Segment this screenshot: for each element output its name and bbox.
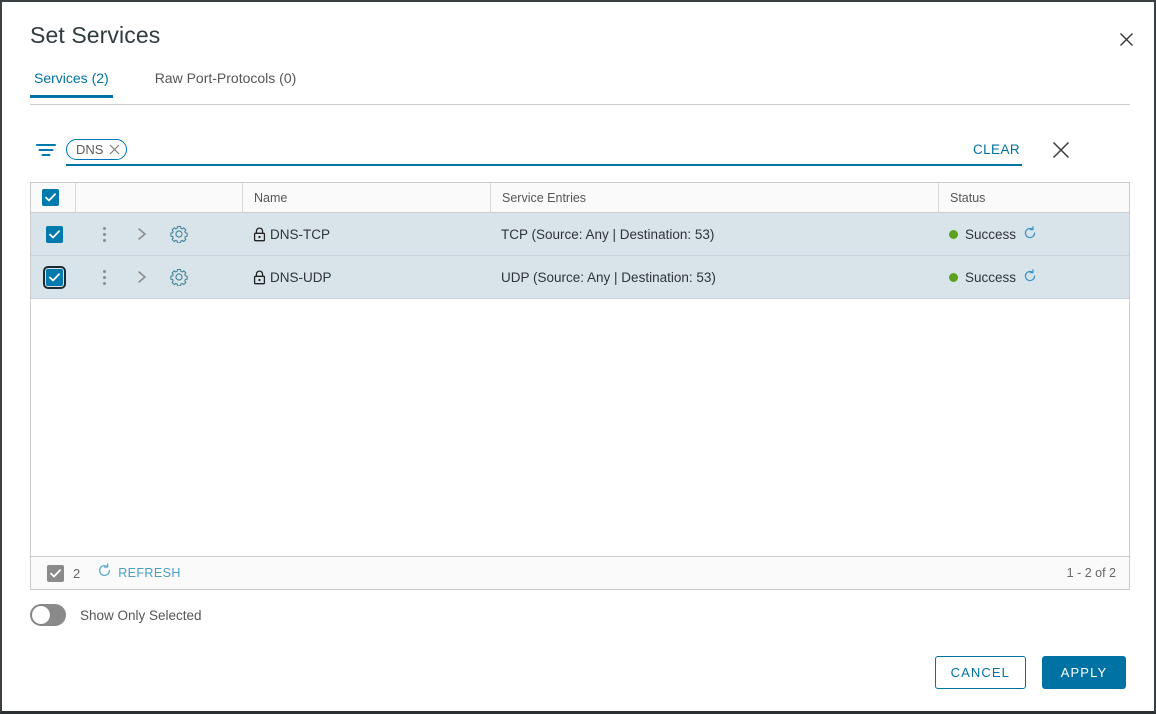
- column-header-name[interactable]: Name: [242, 182, 490, 213]
- row-status-cell: Success: [938, 256, 1129, 299]
- service-name: DNS-UDP: [270, 269, 332, 285]
- row-service-entries: UDP (Source: Any | Destination: 53): [501, 269, 716, 285]
- table-row[interactable]: DNS-UDP UDP (Source: Any | Destination: …: [31, 256, 1129, 299]
- filter-bar: DNS CLEAR: [30, 134, 1102, 168]
- show-only-selected-label: Show Only Selected: [80, 607, 202, 623]
- filter-chip-dns[interactable]: DNS: [66, 139, 128, 160]
- row-service-entries: TCP (Source: Any | Destination: 53): [501, 226, 715, 242]
- close-icon[interactable]: [1114, 27, 1138, 51]
- gear-icon[interactable]: [160, 220, 197, 248]
- pagination-info: 1 - 2 of 2: [1066, 566, 1116, 580]
- datagrid-body: DNS-TCP TCP (Source: Any | Destination: …: [31, 213, 1129, 556]
- show-only-selected-toggle[interactable]: [30, 604, 66, 626]
- row-status-cell: Success: [938, 213, 1129, 256]
- apply-button[interactable]: APPLY: [1042, 656, 1126, 689]
- close-icon[interactable]: [109, 144, 120, 155]
- cancel-button[interactable]: CANCEL: [934, 656, 1026, 689]
- status-dot: [949, 229, 958, 239]
- tab-services[interactable]: Services (2): [30, 70, 113, 98]
- row-name-cell: DNS-TCP: [242, 213, 490, 256]
- row-actions-cell: [75, 256, 242, 299]
- column-header-status[interactable]: Status: [938, 182, 1129, 213]
- close-filter-icon[interactable]: [1048, 137, 1074, 163]
- column-header-actions: [75, 182, 242, 213]
- row-name-cell: DNS-UDP: [242, 256, 490, 299]
- service-name: DNS-TCP: [270, 226, 330, 242]
- selected-count: 2: [73, 565, 81, 581]
- footer-select-all-checkbox[interactable]: [47, 564, 64, 582]
- table-row[interactable]: DNS-TCP TCP (Source: Any | Destination: …: [31, 213, 1129, 256]
- tab-raw-port-protocols[interactable]: Raw Port-Protocols (0): [151, 70, 301, 97]
- row-checkbox[interactable]: [43, 265, 66, 289]
- page-title: Set Services: [30, 22, 161, 48]
- select-all-cell: [31, 183, 75, 213]
- status-badge: Success: [965, 226, 1017, 242]
- row-select-cell: [31, 213, 75, 256]
- status-dot: [949, 272, 958, 282]
- chevron-right-icon[interactable]: [123, 263, 160, 291]
- filter-icon[interactable]: [36, 142, 56, 158]
- column-header-service-entries[interactable]: Service Entries: [490, 182, 938, 213]
- services-datagrid: Name Service Entries Status DNS-TCP TCP …: [30, 182, 1130, 590]
- chevron-right-icon[interactable]: [123, 220, 160, 248]
- dialog-footer-buttons: CANCEL APPLY: [934, 656, 1126, 689]
- filter-input-underline: [66, 164, 1022, 166]
- row-select-cell: [31, 256, 75, 299]
- refresh-button[interactable]: REFRESH: [97, 563, 181, 583]
- status-badge: Success: [965, 269, 1017, 285]
- refresh-icon[interactable]: [1023, 225, 1037, 243]
- lock-icon: [253, 270, 266, 285]
- refresh-icon[interactable]: [1023, 268, 1037, 286]
- show-only-selected-row: Show Only Selected: [30, 604, 202, 626]
- refresh-label: REFRESH: [118, 566, 181, 580]
- set-services-dialog: Set Services Services (2) Raw Port-Proto…: [0, 0, 1156, 714]
- toggle-knob: [32, 606, 50, 624]
- tab-bar: Services (2) Raw Port-Protocols (0): [30, 70, 1130, 105]
- gear-icon[interactable]: [160, 263, 197, 291]
- lock-icon: [253, 227, 266, 242]
- overflow-menu-icon[interactable]: [86, 263, 123, 291]
- datagrid-header-row: Name Service Entries Status: [31, 182, 1129, 213]
- clear-filter-button[interactable]: CLEAR: [973, 142, 1020, 157]
- row-actions-cell: [75, 213, 242, 256]
- datagrid-footer: 2 REFRESH 1 - 2 of 2: [31, 556, 1129, 589]
- overflow-menu-icon[interactable]: [86, 220, 123, 248]
- row-checkbox[interactable]: [46, 225, 63, 243]
- select-all-checkbox[interactable]: [42, 189, 59, 206]
- filter-chip-label: DNS: [76, 142, 104, 157]
- refresh-icon: [97, 563, 112, 583]
